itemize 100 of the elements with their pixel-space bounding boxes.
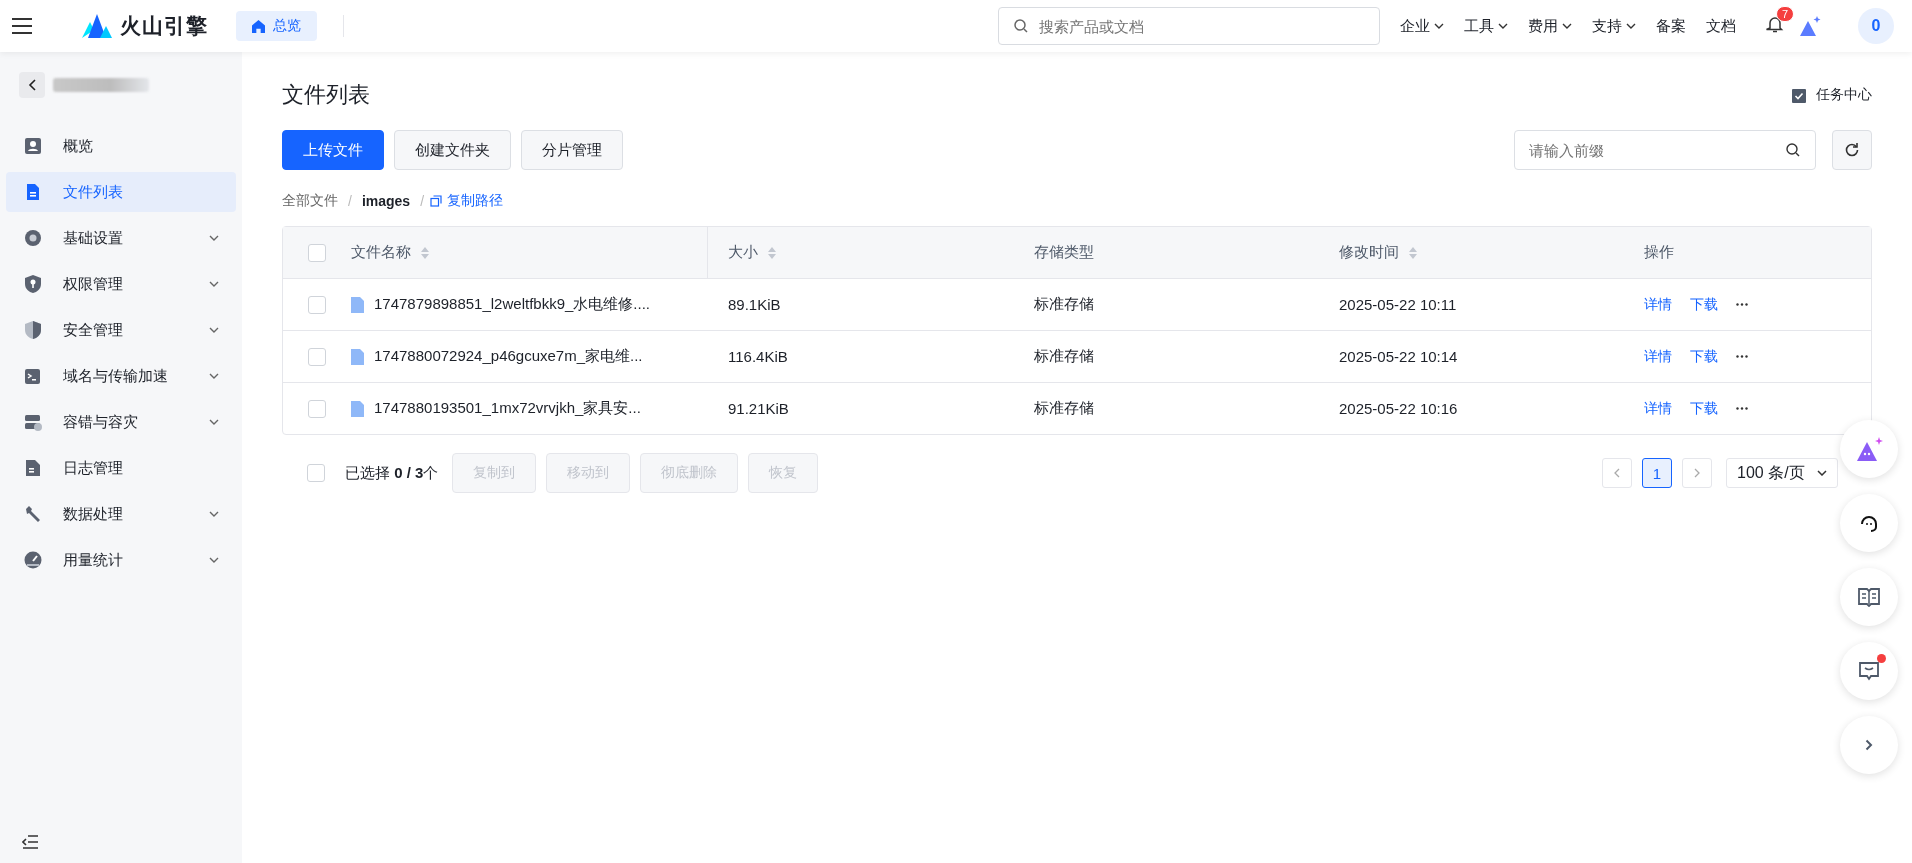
breadcrumb-item: images bbox=[361, 193, 411, 209]
breadcrumb-separator: / bbox=[420, 193, 425, 209]
action-link[interactable]: 下载 bbox=[1690, 399, 1718, 418]
action-button[interactable]: 上传文件 bbox=[282, 130, 384, 170]
nav-menu-item[interactable]: 工具 bbox=[1464, 16, 1508, 36]
sort-icon bbox=[768, 246, 776, 259]
breadcrumb-item[interactable]: 全部文件 bbox=[282, 192, 338, 210]
document-icon bbox=[351, 296, 364, 313]
breadcrumb-separator: / bbox=[348, 193, 352, 209]
home-tab[interactable]: 总览 bbox=[236, 11, 317, 41]
refresh-icon bbox=[1844, 142, 1860, 158]
action-link[interactable]: 下载 bbox=[1690, 295, 1718, 314]
page-title: 文件列表 bbox=[282, 81, 370, 109]
sidebar-item[interactable]: 文件列表 bbox=[6, 172, 236, 212]
nav-menu-item[interactable]: 企业 bbox=[1400, 16, 1444, 36]
sidebar-item[interactable]: 数据处理 bbox=[6, 494, 236, 534]
book-icon bbox=[1858, 587, 1880, 607]
chevron-right-icon bbox=[1865, 739, 1873, 751]
logo-text[interactable]: 火山引擎 bbox=[120, 12, 208, 40]
user-card-icon bbox=[23, 136, 43, 156]
chevron-down-icon bbox=[1498, 23, 1508, 29]
chevron-down-icon bbox=[1817, 470, 1827, 476]
more-icon[interactable] bbox=[1736, 303, 1748, 306]
user-avatar[interactable]: 0 bbox=[1858, 8, 1894, 44]
page-size-select[interactable]: 100 条/页 bbox=[1726, 458, 1838, 488]
file-name[interactable]: 1747880072924_p46gcuxe7m_家电维... bbox=[374, 347, 643, 366]
nav-menu-item[interactable]: 文档 bbox=[1706, 16, 1736, 36]
back-button[interactable] bbox=[19, 72, 45, 98]
sidebar-item[interactable]: 日志管理 bbox=[6, 448, 236, 488]
table-cell-text: 89.1KiB bbox=[727, 296, 782, 313]
ai-assistant-button[interactable] bbox=[1840, 420, 1898, 478]
search-field[interactable]: 搜索产品或文档 bbox=[998, 7, 1380, 45]
copy-path-link[interactable]: 复制路径 bbox=[430, 192, 504, 210]
selection-count: 已选择 0 / 3个 bbox=[345, 463, 439, 483]
table-cell-text: 2025-05-22 10:16 bbox=[1339, 400, 1459, 417]
row-checkbox[interactable] bbox=[308, 347, 326, 366]
action-link[interactable]: 详情 bbox=[1644, 347, 1672, 366]
nav-menu-item[interactable]: 备案 bbox=[1656, 16, 1686, 36]
sort-icon bbox=[421, 246, 429, 259]
sort-icon bbox=[1409, 246, 1417, 259]
notification-badge: 7 bbox=[1776, 6, 1795, 22]
file-name[interactable]: 1747880193501_1mx72vrvjkh_家具安... bbox=[374, 399, 641, 418]
table-cell-text: 116.4KiB bbox=[727, 348, 789, 365]
table-cell-text: 标准存储 bbox=[1034, 347, 1095, 366]
task-center-link[interactable]: 任务中心 bbox=[1792, 86, 1872, 104]
sidebar-item[interactable]: 基础设置 bbox=[6, 218, 236, 258]
sidebar-item[interactable]: 容错与容灾 bbox=[6, 402, 236, 442]
support-button[interactable] bbox=[1840, 494, 1898, 552]
table-cell-text: 91.21KiB bbox=[727, 400, 790, 417]
sidebar-item[interactable]: 安全管理 bbox=[6, 310, 236, 350]
page-number[interactable]: 1 bbox=[1642, 458, 1672, 488]
chevron-down-icon bbox=[209, 557, 219, 563]
sparkle-mountain-icon[interactable] bbox=[1798, 15, 1822, 37]
file-name[interactable]: 1747879898851_l2weltfbkk9_水电维修.... bbox=[374, 295, 650, 314]
action-link[interactable]: 详情 bbox=[1644, 399, 1672, 418]
chevron-down-icon bbox=[1626, 23, 1636, 29]
more-icon[interactable] bbox=[1736, 355, 1748, 358]
search-icon bbox=[1786, 143, 1800, 157]
mountain-logo-icon bbox=[82, 14, 112, 38]
table-cell-text: 标准存储 bbox=[1034, 295, 1095, 314]
row-checkbox[interactable] bbox=[308, 399, 326, 418]
row-checkbox[interactable] bbox=[308, 295, 326, 314]
sidebar-item[interactable]: 域名与传输加速 bbox=[6, 356, 236, 396]
sparkle-mountain-icon bbox=[1854, 436, 1884, 462]
search-icon bbox=[1014, 19, 1028, 33]
sidebar-item[interactable]: 权限管理 bbox=[6, 264, 236, 304]
chevron-left-icon bbox=[28, 79, 36, 91]
nav-menu-item[interactable]: 支持 bbox=[1592, 16, 1636, 36]
terminal-icon bbox=[23, 366, 43, 386]
more-icon[interactable] bbox=[1736, 407, 1748, 410]
column-header[interactable]: 修改时间 bbox=[1339, 243, 1644, 262]
menu-icon[interactable] bbox=[12, 18, 32, 34]
sidebar-item[interactable]: 概览 bbox=[6, 126, 236, 166]
prefix-search-field[interactable]: 请输入前缀 bbox=[1514, 130, 1816, 170]
chevron-right-icon bbox=[1694, 468, 1700, 478]
column-header: 存储类型 bbox=[1034, 243, 1095, 262]
column-header[interactable]: 大小 bbox=[708, 243, 1034, 262]
select-all-checkbox[interactable] bbox=[308, 243, 326, 262]
column-header: 操作 bbox=[1644, 243, 1675, 262]
table-cell-text: 2025-05-22 10:14 bbox=[1339, 348, 1459, 365]
action-link[interactable]: 下载 bbox=[1690, 347, 1718, 366]
chevron-down-icon bbox=[209, 511, 219, 517]
select-all-checkbox[interactable] bbox=[307, 464, 325, 482]
collapse-sidebar-icon[interactable] bbox=[22, 835, 38, 849]
bell-icon[interactable] bbox=[1766, 15, 1784, 33]
docs-button[interactable] bbox=[1840, 568, 1898, 626]
message-icon bbox=[1858, 661, 1880, 681]
action-button[interactable]: 创建文件夹 bbox=[394, 130, 511, 170]
chevron-down-icon bbox=[209, 373, 219, 379]
clipboard-check-icon bbox=[1792, 87, 1806, 103]
feedback-button[interactable] bbox=[1840, 642, 1898, 700]
sidebar-item[interactable]: 用量统计 bbox=[6, 540, 236, 580]
chevron-left-icon bbox=[1614, 468, 1620, 478]
action-link[interactable]: 详情 bbox=[1644, 295, 1672, 314]
refresh-button[interactable] bbox=[1832, 130, 1872, 170]
chevron-down-icon bbox=[209, 419, 219, 425]
column-header[interactable]: 文件名称 bbox=[351, 227, 708, 278]
document-icon bbox=[351, 348, 364, 365]
nav-menu-item[interactable]: 费用 bbox=[1528, 16, 1572, 36]
action-button[interactable]: 分片管理 bbox=[521, 130, 623, 170]
